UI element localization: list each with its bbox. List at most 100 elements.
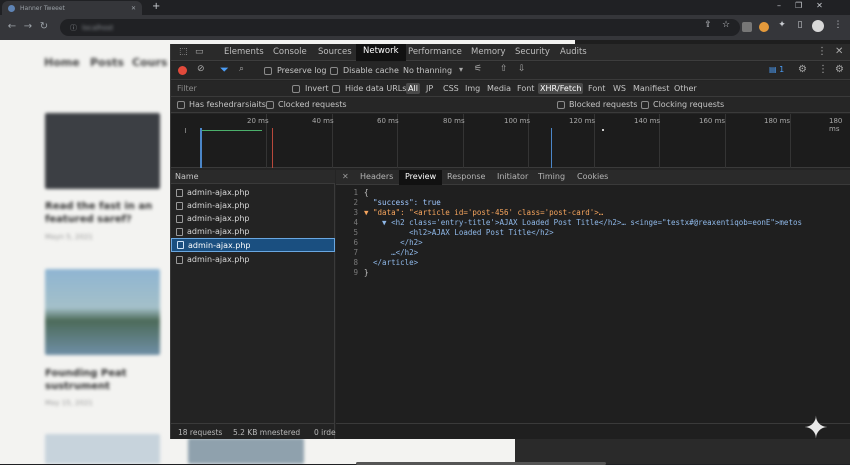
nav-link-home[interactable]: Home [44,56,80,69]
disable-cache-checkbox[interactable] [330,67,338,75]
url-field[interactable]: ⓘ localhost [60,19,740,36]
details-tab-bar: ✕ Headers Preview Response Initiator Tim… [336,170,850,185]
network-overview-timeline[interactable]: 20 ms 40 ms 60 ms 80 ms 100 ms 120 ms 14… [171,114,850,168]
issues-badge[interactable]: ▤ 1 [769,65,784,74]
tab-console[interactable]: Console [273,47,307,57]
bookmark-star-icon[interactable]: ☆ [720,20,732,32]
filter-font-2[interactable]: Font [586,83,607,94]
chrome-menu-icon[interactable]: ⋮ [832,20,844,32]
clear-icon[interactable]: ⊘ [197,64,205,74]
code-text: } [364,268,369,277]
throttling-select[interactable]: No thanning [403,66,452,75]
network-status-bar: 18 requests 5.2 KB mnestered [171,423,335,439]
sidepanel-icon[interactable]: ▯ [794,20,806,32]
filter-funnel-icon[interactable]: ⏷ [220,63,229,77]
tab-headers[interactable]: Headers [360,172,393,181]
timeline-tick: 100 ms [504,117,531,125]
nav-link-courses[interactable]: Cours [132,56,167,69]
tab-network[interactable]: Network [356,44,406,61]
tab-memory[interactable]: Memory [471,47,506,57]
tab-audits[interactable]: Audits [560,47,587,57]
network-settings-icon[interactable]: ⚙ [835,64,844,75]
device-toolbar-icon[interactable]: ▭ [195,47,204,57]
name-column-header[interactable]: Name [171,170,335,184]
request-row[interactable]: admin-ajax.php [171,186,335,199]
tab-cookies[interactable]: Cookies [577,172,608,181]
request-row[interactable]: admin-ajax.php [171,225,335,238]
tab-preview[interactable]: Preview [399,170,443,185]
extension-orange-icon[interactable] [759,22,769,32]
close-window-button[interactable]: ✕ [816,1,837,10]
site-info-icon[interactable]: ⓘ [70,23,77,33]
filter-js[interactable]: JP [424,83,435,94]
window-controls[interactable]: –❐✕ [777,1,837,10]
devtools-menu-icon[interactable]: ⋮ [817,46,827,57]
extensions-puzzle-icon[interactable]: ✦ [776,20,788,32]
post-title[interactable]: Read the fast in an featured saref? [45,200,155,226]
more-options-icon[interactable]: ⋮ [818,64,828,75]
filter-css[interactable]: CSS [441,83,461,94]
forward-icon[interactable]: → [22,21,34,32]
new-tab-button[interactable]: + [152,1,160,12]
invert-checkbox[interactable] [292,85,300,93]
hide-data-urls-checkbox[interactable] [332,85,340,93]
nav-link-posts[interactable]: Posts [90,56,124,69]
post-title[interactable]: Founding Peat sustrument [45,367,155,393]
restore-button[interactable]: ❐ [795,1,816,10]
line-number: 2 [353,198,358,207]
filter-font[interactable]: Font [515,83,536,94]
file-icon [176,214,183,223]
blocked-requests-checkbox-2[interactable] [557,101,565,109]
network-conditions-icon[interactable]: ⚟ [474,64,482,74]
clocking-requests-checkbox[interactable] [641,101,649,109]
request-row[interactable]: admin-ajax.php [171,253,335,266]
export-har-icon[interactable]: ⇩ [518,64,526,74]
post-thumbnail[interactable] [188,438,304,464]
filter-all[interactable]: All [406,83,420,94]
request-row-selected[interactable]: admin-ajax.php [171,238,335,252]
tab-close-icon[interactable]: ✕ [131,5,136,12]
record-icon[interactable] [178,66,187,75]
tab-sources[interactable]: Sources [318,47,352,57]
share-icon[interactable]: ⇪ [702,20,714,32]
post-thumbnail[interactable] [45,113,160,189]
tab-initiator[interactable]: Initiator [497,172,528,181]
line-number: 5 [353,228,358,237]
tab-elements[interactable]: Elements [224,47,264,57]
dark-overlay-panel [515,438,850,464]
filter-img[interactable]: Img [463,83,482,94]
tab-performance[interactable]: Performance [408,47,462,57]
reload-icon[interactable]: ↻ [38,21,50,32]
extension-icon[interactable] [742,22,752,32]
minimize-button[interactable]: – [777,1,795,10]
request-row[interactable]: admin-ajax.php [171,212,335,225]
settings-gear-icon[interactable]: ⚙ [798,64,807,75]
has-blocked-checkbox[interactable] [177,101,185,109]
filter-manifest[interactable]: Manifiest [631,83,671,94]
request-row[interactable]: admin-ajax.php [171,199,335,212]
search-icon[interactable]: ⌕ [239,64,244,74]
tab-timing[interactable]: Timing [538,172,565,181]
browser-tab[interactable]: Hanner Tweeet ✕ [2,1,142,15]
filter-xhr-fetch[interactable]: XHR/Fetch [538,83,584,94]
post-thumbnail-lake[interactable] [45,269,160,355]
filter-other[interactable]: Other [672,83,699,94]
tab-response[interactable]: Response [447,172,485,181]
filter-media[interactable]: Media [485,83,513,94]
post-thumbnail[interactable] [45,434,160,464]
close-details-icon[interactable]: ✕ [342,172,349,181]
line-number: 6 [353,238,358,247]
devtools-tab-bar: ⬚ ▭ Elements Console Sources Network Per… [171,44,850,61]
back-icon[interactable]: ← [6,21,18,32]
filter-ws[interactable]: WS [611,83,628,94]
preserve-log-checkbox[interactable] [264,67,272,75]
filter-input[interactable]: Filter [177,84,197,93]
profile-avatar[interactable] [812,20,824,32]
inspect-element-icon[interactable]: ⬚ [179,47,188,57]
timeline-tick: 80 ms [443,117,465,125]
blocked-requests-checkbox[interactable] [266,101,274,109]
chevron-down-icon[interactable]: ▾ [459,65,463,74]
tab-security[interactable]: Security [515,47,550,57]
devtools-close-icon[interactable]: ✕ [835,46,843,57]
import-har-icon[interactable]: ⇧ [500,64,508,74]
